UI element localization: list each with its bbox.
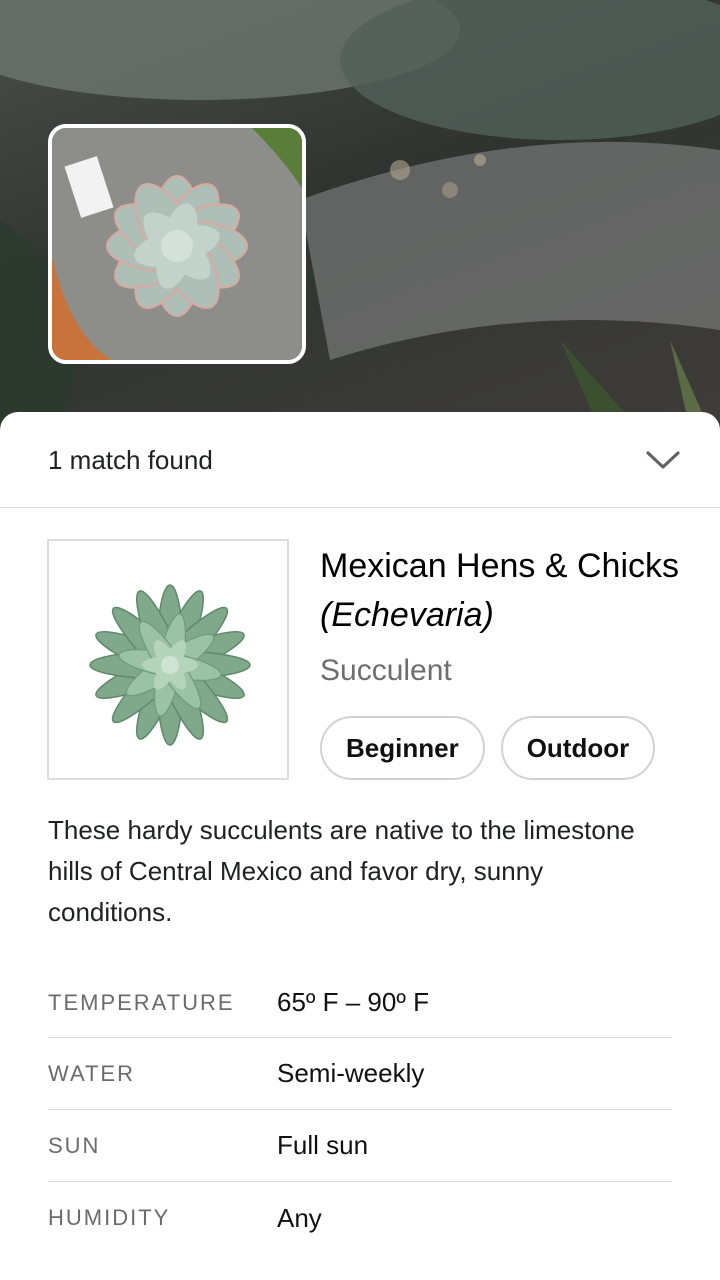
plant-latin-name: (Echevaria) bbox=[320, 596, 494, 634]
collapse-button[interactable] bbox=[638, 436, 688, 484]
care-value: Semi-weekly bbox=[277, 1058, 425, 1088]
care-row-humidity: HUMIDITY Any bbox=[48, 1182, 672, 1254]
captured-photo-thumbnail[interactable] bbox=[48, 124, 306, 364]
care-label: HUMIDITY bbox=[48, 1205, 171, 1230]
plant-common-name: Mexican Hens & Chicks bbox=[320, 547, 680, 585]
care-label: WATER bbox=[48, 1060, 135, 1086]
plant-type: Succulent bbox=[320, 654, 452, 687]
tag-chip-beginner[interactable]: Beginner bbox=[320, 716, 485, 780]
tag-chip-outdoor[interactable]: Outdoor bbox=[500, 716, 656, 780]
match-count-text: 1 match found bbox=[48, 445, 213, 475]
care-row-water: WATER Semi-weekly bbox=[48, 1038, 672, 1110]
care-value: Any bbox=[277, 1202, 322, 1233]
chevron-down-icon bbox=[646, 451, 680, 469]
care-label: TEMPERATURE bbox=[48, 989, 235, 1015]
plant-title: Mexican Hens & Chicks (Echevaria) bbox=[320, 542, 680, 640]
care-table: TEMPERATURE 65º F – 90º F WATER Semi-wee… bbox=[48, 968, 672, 1254]
plant-description: These hardy succulents are native to the… bbox=[48, 815, 635, 927]
results-sheet: 1 match found Mexican Hens & Chicks (Ech… bbox=[0, 412, 720, 1280]
care-row-sun: SUN Full sun bbox=[48, 1110, 672, 1182]
care-value: Full sun bbox=[277, 1130, 369, 1160]
care-value: 65º F – 90º F bbox=[277, 987, 429, 1017]
tag-chips: Beginner Outdoor bbox=[320, 716, 656, 780]
sheet-header[interactable]: 1 match found bbox=[0, 412, 720, 508]
care-label: SUN bbox=[48, 1132, 101, 1158]
care-row-temperature: TEMPERATURE 65º F – 90º F bbox=[48, 968, 672, 1038]
plant-photo[interactable] bbox=[47, 539, 289, 780]
